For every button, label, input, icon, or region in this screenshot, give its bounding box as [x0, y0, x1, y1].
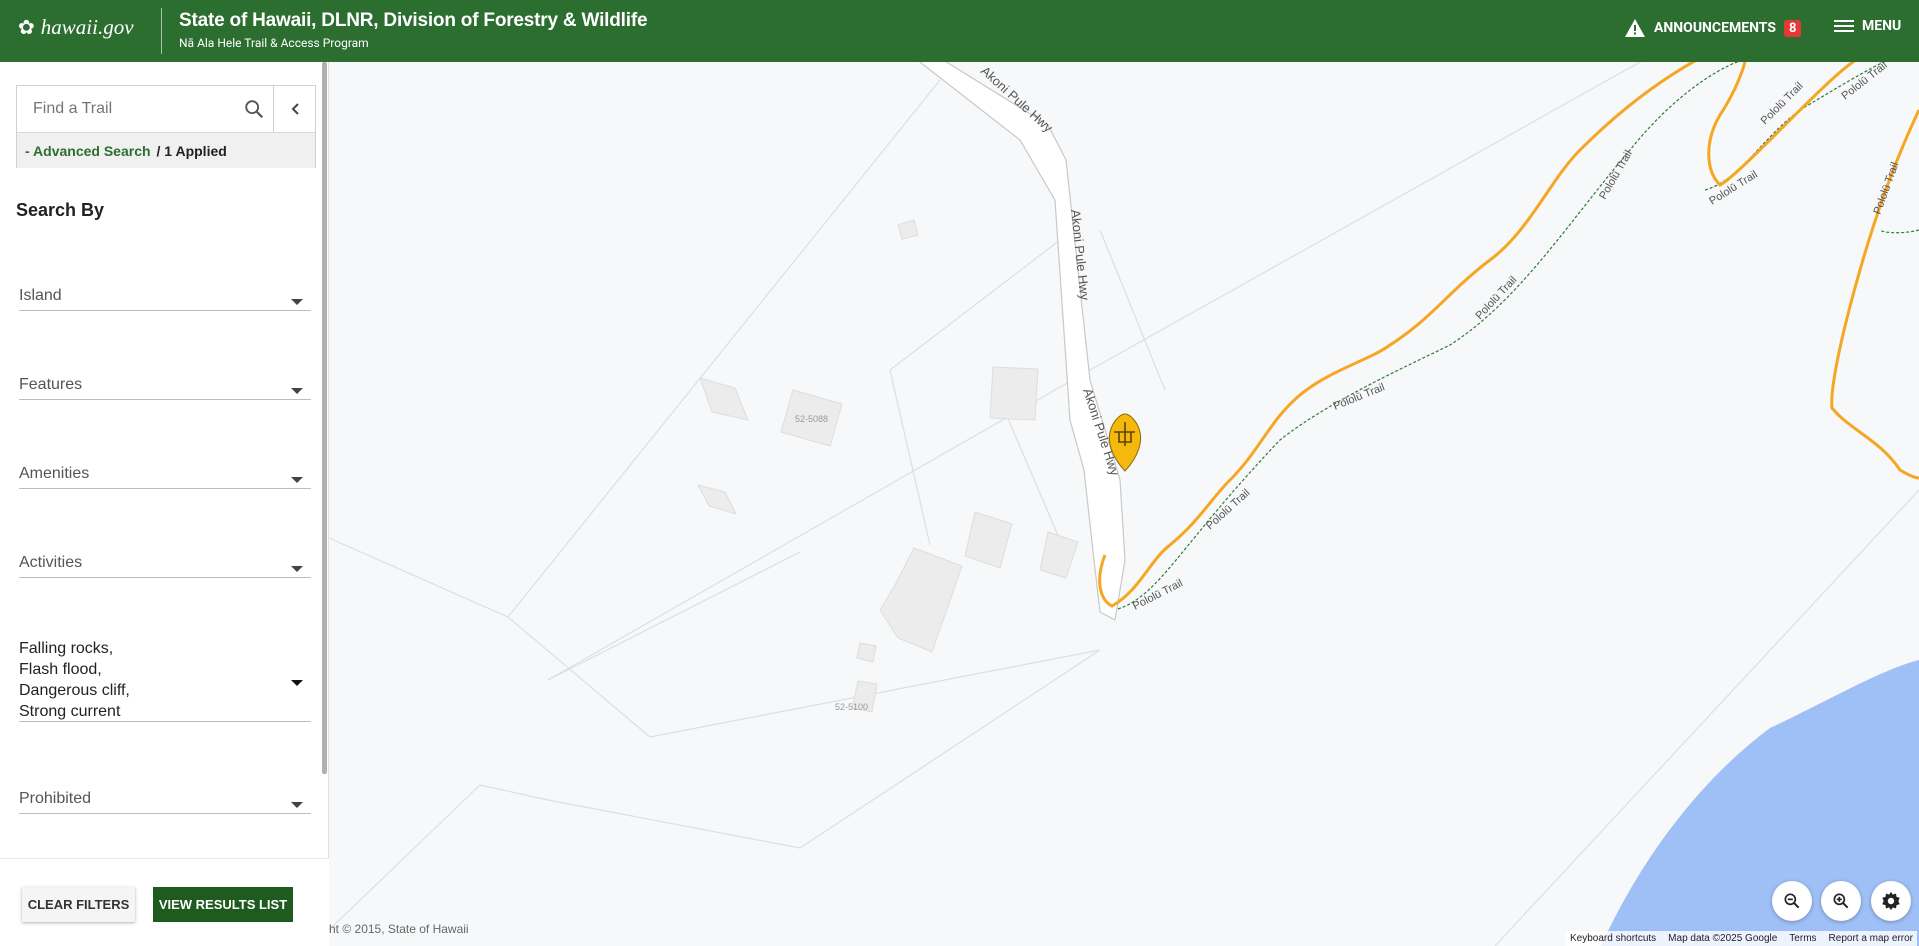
hamburger-icon	[1834, 20, 1854, 32]
gear-icon	[1882, 891, 1900, 911]
header-divider	[161, 8, 162, 54]
activities-filter[interactable]: Activities	[19, 554, 311, 578]
search-by-heading: Search By	[16, 200, 105, 220]
clear-filters-button[interactable]: CLEAR FILTERS	[22, 887, 135, 922]
trail-orange-2	[1707, 62, 1856, 187]
trail-labels: Pololū Trail Pololū Trail Pololū Trail P…	[1131, 62, 1902, 613]
warning-icon	[1625, 19, 1645, 37]
hazard-option: Strong current	[19, 703, 121, 720]
trail-orange	[1098, 62, 1696, 608]
keyboard-shortcuts-link[interactable]: Keyboard shortcuts	[1570, 933, 1656, 944]
parcel-boundaries	[329, 62, 1919, 946]
features-filter-label: Features	[19, 376, 83, 393]
hazard-option: Falling rocks,	[19, 640, 114, 657]
trail-label: Pololū Trail	[1204, 487, 1252, 532]
dropdown-caret-icon	[291, 679, 303, 686]
announcements-count-badge: 8	[1783, 19, 1802, 37]
trail-orange-3	[1830, 109, 1919, 480]
prohibited-filter-label: Prohibited	[19, 790, 92, 807]
prohibited-filter[interactable]: Prohibited	[19, 790, 311, 814]
page-title: State of Hawaii, DLNR, Division of Fores…	[179, 10, 648, 31]
zoom-out-icon	[1784, 893, 1800, 909]
announcements-button[interactable]: ANNOUNCEMENTS 8	[1624, 18, 1802, 38]
advanced-search-row: - Advanced Search / 1 Applied	[17, 132, 315, 168]
terms-link[interactable]: Terms	[1789, 933, 1816, 944]
report-map-error-link[interactable]: Report a map error	[1829, 933, 1913, 944]
page-subtitle: Nā Ala Hele Trail & Access Program	[179, 36, 369, 50]
applied-count: / 1 Applied	[156, 142, 227, 159]
island-filter-label: Island	[19, 287, 62, 304]
hibiscus-icon: ✿	[18, 17, 35, 39]
hazard-option: Dangerous cliff,	[19, 682, 130, 699]
trail-dashed-3	[1879, 229, 1919, 234]
dropdown-caret-icon	[291, 476, 303, 483]
trail-label: Pololū Trail	[1597, 148, 1635, 201]
announcements-label: ANNOUNCEMENTS	[1654, 20, 1776, 36]
zoom-in-icon	[1833, 893, 1849, 909]
dropdown-caret-icon	[291, 565, 303, 572]
zoom-in-button[interactable]	[1821, 881, 1861, 921]
amenities-filter-label: Amenities	[19, 465, 90, 482]
hazards-filter[interactable]: Falling rocks, Flash flood, Dangerous cl…	[19, 638, 311, 722]
trail-label: Pololū Trail	[1332, 381, 1387, 413]
map-data-credit: Map data ©2025 Google	[1668, 933, 1778, 944]
map-svg: 52-5088 52-5100 Akoni Pule Hwy Akoni Pul…	[329, 62, 1919, 946]
menu-label: MENU	[1862, 18, 1902, 34]
hazard-option: Flash flood,	[19, 661, 102, 678]
map-settings-button[interactable]	[1871, 881, 1911, 921]
trail-search-panel: - Advanced Search / 1 Applied	[16, 85, 316, 168]
menu-button[interactable]: MENU	[1834, 18, 1901, 34]
top-bar: ✿ hawaii.gov State of Hawaii, DLNR, Divi…	[0, 0, 1919, 62]
collapse-sidebar-button[interactable]	[273, 86, 317, 132]
advanced-search-link[interactable]: - Advanced Search	[25, 143, 151, 159]
zoom-out-button[interactable]	[1772, 881, 1812, 921]
hawaii-gov-logo[interactable]: ✿ hawaii.gov	[18, 15, 134, 40]
trail-label: Pololū Trail	[1759, 80, 1806, 127]
amenities-filter[interactable]: Amenities	[19, 465, 311, 489]
features-filter[interactable]: Features	[19, 376, 311, 400]
logo-text: hawaii.gov	[40, 15, 134, 39]
map-copyright: ht © 2015, State of Hawaii	[329, 922, 469, 936]
map-attribution: Keyboard shortcuts Map data ©2025 Google…	[1566, 931, 1918, 946]
buildings	[697, 219, 1079, 713]
road	[919, 62, 1126, 621]
trail-label: Pololū Trail	[1473, 274, 1519, 322]
sidebar-scrollbar[interactable]	[322, 62, 327, 774]
parcel-labels: 52-5088 52-5100	[795, 414, 868, 712]
parcel-label: 52-5100	[835, 702, 868, 712]
view-results-button[interactable]: VIEW RESULTS LIST	[153, 887, 293, 922]
chevron-left-icon	[291, 103, 299, 115]
map-canvas[interactable]: 52-5088 52-5100 Akoni Pule Hwy Akoni Pul…	[329, 62, 1919, 946]
dropdown-caret-icon	[291, 801, 303, 808]
dropdown-caret-icon	[291, 298, 303, 305]
trail-label: Pololū Trail	[1872, 161, 1902, 216]
search-icon[interactable]	[243, 98, 265, 120]
parcel-label: 52-5088	[795, 414, 828, 424]
dropdown-caret-icon	[291, 387, 303, 394]
activities-filter-label: Activities	[19, 554, 83, 571]
island-filter[interactable]: Island	[19, 287, 311, 311]
trail-search-input[interactable]	[17, 86, 273, 132]
